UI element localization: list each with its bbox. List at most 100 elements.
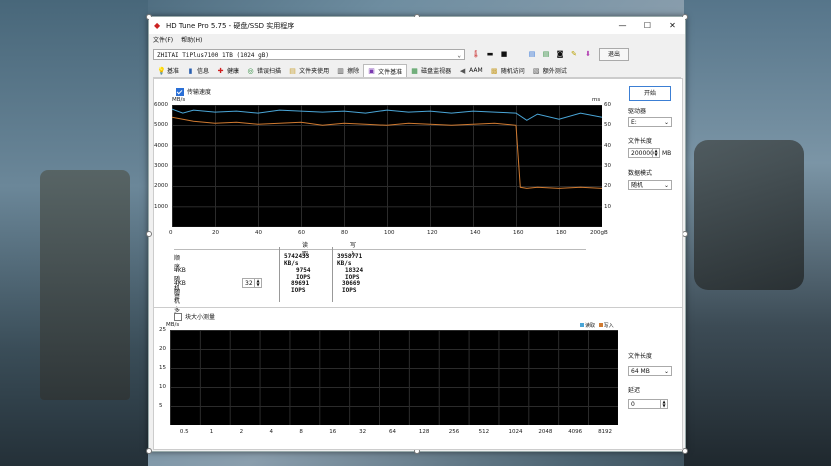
wallpaper-mech-left: [40, 170, 130, 400]
checkbox-label: 块大小测量: [185, 314, 216, 321]
chevron-down-icon: ⌄: [457, 51, 461, 59]
y-tick-right: 40: [604, 142, 611, 149]
x-tick: 100: [384, 230, 395, 236]
tab-label: 文件夹使用: [299, 68, 330, 75]
lightbulb-icon: 💡: [157, 66, 166, 75]
tab-benchmark[interactable]: 💡 基准: [153, 65, 183, 77]
legend-write-label: 写入: [603, 323, 614, 329]
x-tick: 160: [513, 230, 524, 236]
download-icon[interactable]: ⬇: [583, 49, 593, 59]
block-file-length-label: 文件长度: [628, 353, 653, 360]
y-unit-right: ms: [592, 97, 601, 103]
block-x-tick: 8: [299, 429, 303, 435]
resize-handle-left[interactable]: [146, 231, 152, 237]
block-file-length-select[interactable]: 64 MB ⌄: [628, 366, 672, 376]
4k-multi-read-value: 89691 IOPS: [291, 280, 310, 294]
data-mode-label: 数据模式: [628, 170, 653, 177]
wallpaper-left: [0, 0, 148, 466]
chevron-down-icon: ⌄: [663, 182, 669, 189]
checkbox-label: 传输速度: [187, 89, 212, 96]
write-speed-line: [172, 116, 602, 189]
block-y-tick: 10: [159, 384, 166, 390]
tab-health[interactable]: ✚ 健康: [213, 65, 243, 77]
x-tick: 180: [556, 230, 567, 236]
file-length-spinner[interactable]: 200000 ▲ ▼: [628, 148, 660, 158]
extra-tests-icon: ▧: [532, 66, 540, 75]
menu-help[interactable]: 帮助(H): [181, 35, 202, 44]
y-tick-right: 30: [604, 163, 611, 169]
divider: [174, 249, 586, 250]
x-tick: 80: [341, 230, 348, 236]
title-bar[interactable]: ◆ HD Tune Pro 5.75 - 硬盘/SSD 实用程序 — ☐ ✕: [149, 17, 685, 34]
scan-icon: ◎: [247, 66, 254, 75]
spinner-arrows-icon[interactable]: ▲ ▼: [254, 279, 261, 287]
4k-multi-write-value: 30669 IOPS: [342, 280, 361, 294]
seq-write-value: 3958771 KB/s: [337, 253, 363, 267]
drive-value: E:: [631, 119, 637, 126]
copy-info-icon[interactable]: ▤: [541, 49, 551, 59]
x-tick: 0: [169, 230, 173, 236]
y-tick-left: 1000: [154, 203, 168, 210]
resize-handle-bl[interactable]: [146, 448, 152, 454]
temperature-readout-icon: ▬: [486, 50, 494, 58]
save-icon[interactable]: ■: [499, 49, 509, 59]
4k-single-read-value: 9754 IOPS: [296, 267, 311, 281]
copy-text-icon[interactable]: ▤: [527, 49, 537, 59]
drive-select[interactable]: E: ⌄: [628, 117, 672, 127]
tab-disk-monitor[interactable]: ▦ 磁盘监视器: [407, 65, 455, 77]
device-toolbar: ZHITAI TiPlus7100 1TB (1024 gB) ⌄ 🌡 ▬ ■ …: [153, 47, 681, 61]
x-tick: 140: [470, 230, 481, 236]
tab-error-scan[interactable]: ◎ 错误扫描: [243, 65, 285, 77]
tab-label: 额外测试: [542, 68, 567, 75]
divider: [332, 247, 333, 302]
delay-spinner[interactable]: 0 ▲ ▼: [628, 399, 668, 409]
maximize-button[interactable]: ☐: [635, 17, 660, 34]
checkbox-box: [176, 87, 184, 96]
row-label-4k-multi: 4KB 随机多: [174, 280, 186, 314]
exit-button[interactable]: 退出: [599, 47, 629, 61]
block-x-tick: 2048: [538, 429, 553, 435]
tab-erase[interactable]: ▥ 擦除: [333, 65, 363, 77]
block-size-checkbox[interactable]: 块大小测量: [174, 312, 215, 321]
spinner-arrows-icon[interactable]: ▲ ▼: [652, 149, 659, 157]
spinner-arrows-icon[interactable]: ▲ ▼: [660, 400, 667, 408]
y-tick-left: 2000: [154, 183, 168, 190]
data-mode-select[interactable]: 随机 ⌄: [628, 180, 672, 190]
y-tick-left: 4000: [154, 142, 168, 149]
tab-label: AAM: [469, 67, 483, 74]
block-size-chart: [170, 330, 618, 425]
data-mode-value: 随机: [631, 182, 644, 189]
screenshot-icon[interactable]: ◙: [555, 49, 565, 59]
wallpaper-right: [684, 0, 831, 466]
tab-info[interactable]: ▮ 信息: [183, 65, 213, 77]
start-button[interactable]: 开始: [629, 86, 671, 101]
random-access-icon: ▩: [490, 66, 498, 75]
y-tick-right: 10: [604, 203, 611, 210]
block-x-tick: 64: [389, 429, 396, 435]
queue-depth-spinner[interactable]: 32 ▲ ▼: [242, 278, 262, 288]
tab-extra-tests[interactable]: ▧ 额外测试: [529, 65, 571, 77]
y-unit-left: MB/s: [172, 97, 186, 103]
transfer-speed-checkbox[interactable]: 传输速度: [176, 87, 211, 96]
block-x-tick: 4096: [568, 429, 583, 435]
close-button[interactable]: ✕: [660, 17, 685, 34]
speaker-icon: ◀: [459, 66, 466, 75]
section-divider: [154, 307, 682, 308]
minimize-button[interactable]: —: [610, 17, 635, 34]
tab-label: 基准: [167, 68, 180, 75]
device-select[interactable]: ZHITAI TiPlus7100 1TB (1024 gB) ⌄: [153, 48, 465, 60]
options-icon[interactable]: ✎: [569, 49, 579, 59]
tab-random-access[interactable]: ▩ 随机访问: [487, 65, 529, 77]
tab-file-benchmark[interactable]: ▣ 文件基准: [363, 64, 408, 77]
tab-folder-usage[interactable]: ▤ 文件夹使用: [285, 65, 333, 77]
block-x-tick: 256: [448, 429, 460, 435]
tab-label: 磁盘监视器: [421, 68, 452, 75]
thermometer-icon: 🌡: [471, 50, 481, 58]
block-x-tick: 2: [239, 429, 244, 435]
menu-file[interactable]: 文件(F): [153, 35, 173, 44]
tab-label: 擦除: [347, 68, 360, 75]
app-icon: ◆: [154, 20, 161, 30]
chevron-down-icon: ⌄: [663, 368, 669, 375]
block-x-tick: 1: [209, 429, 214, 435]
tab-aam[interactable]: ◀ AAM: [455, 65, 487, 77]
